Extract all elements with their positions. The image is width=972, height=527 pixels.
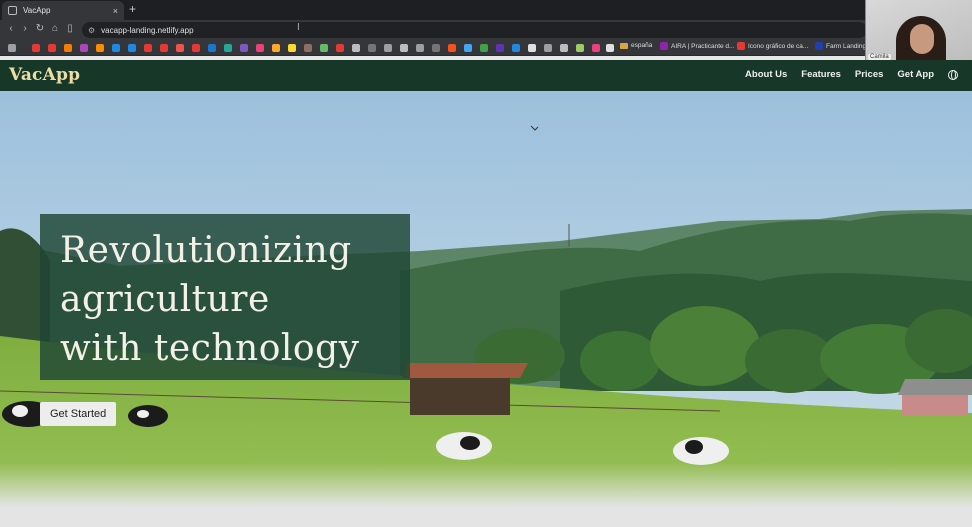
bookmark-icon[interactable] bbox=[272, 44, 280, 52]
hero-title-line: agriculture bbox=[60, 279, 270, 320]
home-icon[interactable]: ⌂ bbox=[48, 23, 62, 34]
bookmark-icon[interactable] bbox=[464, 44, 472, 52]
bookmark-icon[interactable] bbox=[320, 44, 328, 52]
tab-favicon-icon bbox=[8, 6, 17, 15]
nav-about-us[interactable]: About Us bbox=[745, 69, 787, 80]
bookmark-icon bbox=[815, 42, 823, 50]
hero-title-line: Revolutionizing bbox=[60, 230, 352, 271]
hero-title-line: with technology bbox=[60, 328, 360, 369]
bookmark-icon[interactable] bbox=[256, 44, 264, 52]
bookmark-icon[interactable] bbox=[176, 44, 184, 52]
url-text: vacapp-landing.netlify.app bbox=[101, 25, 194, 35]
bookmark-link[interactable]: Icono gráfico de ca... bbox=[737, 42, 808, 50]
nav-get-app[interactable]: Get App bbox=[897, 69, 934, 80]
bookmark-icon[interactable] bbox=[80, 44, 88, 52]
bookmark-icon[interactable] bbox=[576, 44, 584, 52]
bookmark-icon[interactable] bbox=[48, 44, 56, 52]
new-tab-button[interactable]: + bbox=[129, 2, 136, 16]
nav-features[interactable]: Features bbox=[801, 69, 841, 80]
hero-title: Revolutionizing agriculture with technol… bbox=[60, 226, 390, 373]
tab-title: VacApp bbox=[23, 6, 51, 15]
address-bar-row: ‹ › ↻ ⌂ ▯ ⚙ vacapp-landing.netlify.app bbox=[0, 20, 972, 40]
close-tab-icon[interactable]: × bbox=[113, 6, 118, 16]
browser-tab-strip: VacApp × + bbox=[0, 0, 972, 20]
site-info-icon[interactable]: ⚙ bbox=[88, 26, 95, 35]
bookmark-icon[interactable] bbox=[304, 44, 312, 52]
reload-icon[interactable]: ↻ bbox=[33, 23, 47, 34]
get-started-button[interactable]: Get Started bbox=[40, 402, 117, 426]
bookmark-icon[interactable] bbox=[368, 44, 376, 52]
text-cursor-icon: I bbox=[297, 22, 300, 33]
bookmark-label: Icono gráfico de ca... bbox=[748, 42, 809, 50]
bookmark-link[interactable]: AIRA | Practicante d... bbox=[660, 42, 734, 50]
apps-icon[interactable] bbox=[8, 44, 16, 52]
site-logo[interactable]: VacApp bbox=[9, 65, 80, 85]
nav-prices[interactable]: Prices bbox=[855, 69, 884, 80]
bookmark-icon bbox=[737, 42, 745, 50]
bookmark-link[interactable]: Farm Landing bbox=[815, 42, 866, 50]
bookmark-icon[interactable] bbox=[192, 44, 200, 52]
bookmark-icon[interactable] bbox=[224, 44, 232, 52]
bookmark-icon[interactable] bbox=[208, 44, 216, 52]
bookmark-icon[interactable] bbox=[544, 44, 552, 52]
hero-bottom-fade bbox=[0, 463, 972, 527]
bookmark-icon[interactable] bbox=[32, 44, 40, 52]
bookmark-icon[interactable] bbox=[144, 44, 152, 52]
bookmarks-bar: españa AIRA | Practicante d... Icono grá… bbox=[0, 40, 972, 56]
bookmark-icon[interactable] bbox=[592, 44, 600, 52]
bookmark-icon[interactable] bbox=[240, 44, 248, 52]
bookmark-icon[interactable] bbox=[384, 44, 392, 52]
webcam-overlay: Camila bbox=[865, 0, 972, 65]
bookmark-icon[interactable] bbox=[64, 44, 72, 52]
url-field[interactable]: ⚙ vacapp-landing.netlify.app bbox=[82, 22, 867, 38]
bookmark-icon[interactable] bbox=[560, 44, 568, 52]
webcam-face bbox=[910, 24, 934, 54]
bookmark-label: AIRA | Practicante d... bbox=[671, 42, 735, 50]
bookmark-icon bbox=[660, 42, 668, 50]
bookmark-icon[interactable] bbox=[448, 44, 456, 52]
bookmark-folder[interactable]: españa bbox=[620, 42, 652, 49]
nav-links: About Us Features Prices Get App bbox=[745, 69, 958, 80]
bookmark-icon[interactable] bbox=[528, 44, 536, 52]
hero-section: Revolutionizing agriculture with technol… bbox=[0, 91, 972, 527]
bookmark-icon[interactable] bbox=[160, 44, 168, 52]
bookmark-icon[interactable] bbox=[288, 44, 296, 52]
bookmark-label: españa bbox=[631, 42, 653, 49]
bookmark-icon[interactable] bbox=[112, 44, 120, 52]
bookmark-icon[interactable] bbox=[352, 44, 360, 52]
hero-text-card: Revolutionizing agriculture with technol… bbox=[40, 214, 410, 380]
bookmark-icon[interactable] bbox=[432, 44, 440, 52]
folder-icon bbox=[620, 42, 628, 49]
globe-icon[interactable] bbox=[948, 69, 958, 80]
github-icon[interactable] bbox=[400, 44, 408, 52]
bookmark-label: Farm Landing bbox=[826, 42, 867, 50]
bookmark-icon[interactable] bbox=[496, 44, 504, 52]
bookmark-icon[interactable] bbox=[512, 44, 520, 52]
back-icon[interactable]: ‹ bbox=[4, 23, 18, 34]
bookmark-icon[interactable]: ▯ bbox=[63, 23, 77, 34]
browser-tab[interactable]: VacApp × bbox=[2, 1, 124, 20]
bookmark-icon[interactable] bbox=[128, 44, 136, 52]
bookmark-icon[interactable] bbox=[416, 44, 424, 52]
bookmark-icon[interactable] bbox=[96, 44, 104, 52]
bookmark-icon[interactable] bbox=[606, 44, 614, 52]
bookmark-icon[interactable] bbox=[336, 44, 344, 52]
bookmark-icon[interactable] bbox=[480, 44, 488, 52]
forward-icon[interactable]: › bbox=[18, 23, 32, 34]
site-navbar: VacApp About Us Features Prices Get App bbox=[0, 60, 972, 91]
